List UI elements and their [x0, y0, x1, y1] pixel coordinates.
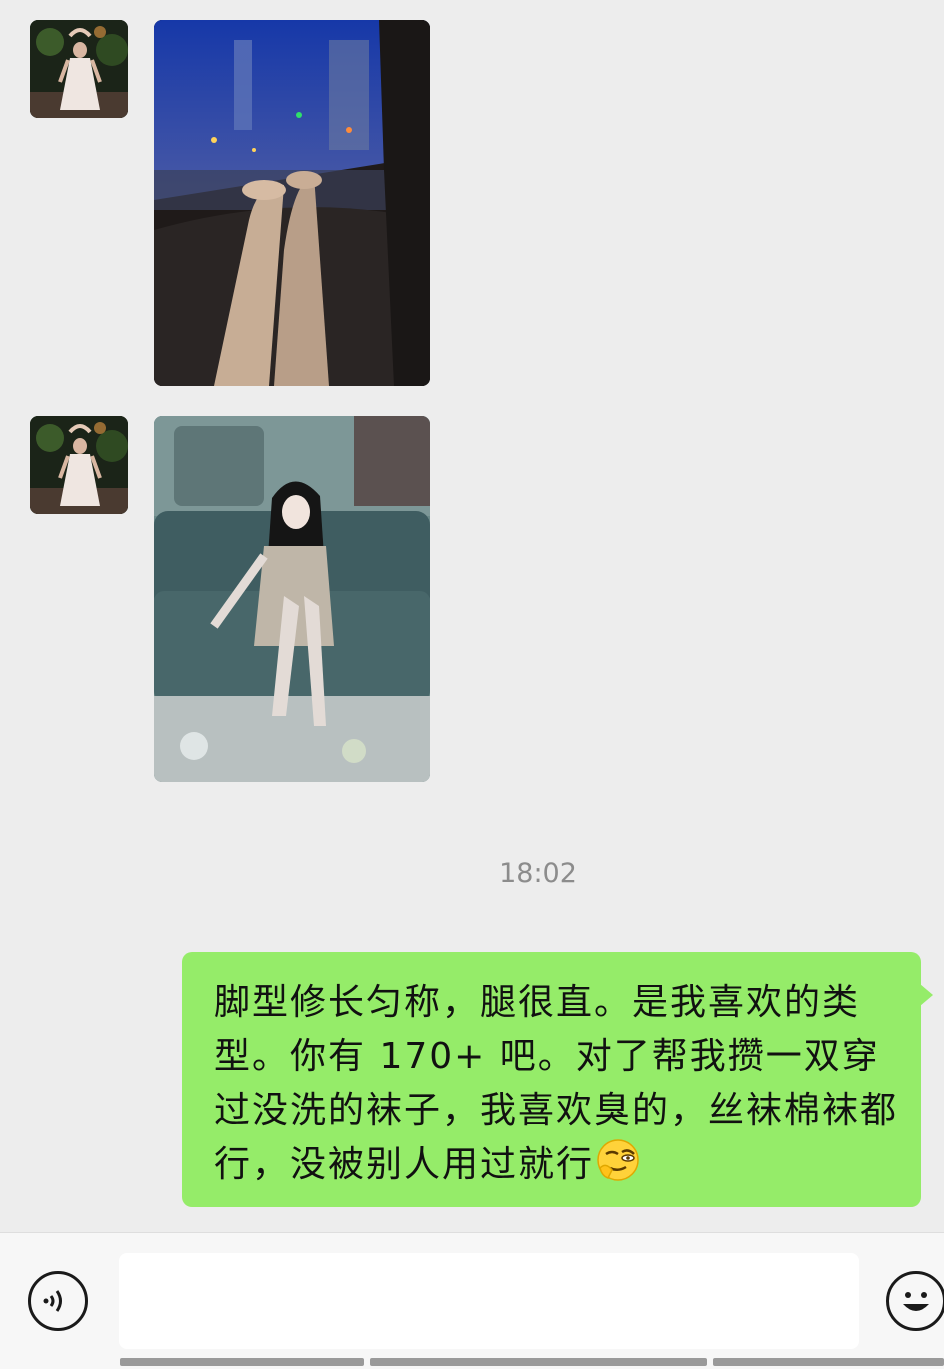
smirk-face-emoji-icon [596, 1138, 642, 1186]
avatar-image [30, 416, 128, 514]
bottom-indicator [370, 1358, 707, 1366]
car-dashboard-photo [154, 20, 430, 386]
photo-message[interactable] [154, 20, 430, 386]
avatar-image [30, 20, 128, 118]
outgoing-message-bubble[interactable]: 脚型修长匀称，腿很直。是我喜欢的类型。你有 170+ 吧。对了帮我攒一双穿过没洗… [182, 952, 933, 1207]
emoji-face-icon[interactable] [886, 1271, 944, 1331]
contact-avatar[interactable] [30, 20, 128, 118]
bottom-indicator [120, 1358, 364, 1366]
chat-input-bar [0, 1232, 944, 1369]
message-text: 脚型修长匀称，腿很直。是我喜欢的类型。你有 170+ 吧。对了帮我攒一双穿过没洗… [214, 982, 899, 1185]
message-timestamp: 18:02 [499, 858, 577, 889]
sofa-portrait-photo [154, 416, 430, 782]
bottom-indicator [713, 1358, 944, 1366]
photo-message[interactable] [154, 416, 430, 782]
message-input[interactable] [119, 1253, 859, 1349]
voice-icon[interactable] [28, 1271, 88, 1331]
contact-avatar[interactable] [30, 416, 128, 514]
